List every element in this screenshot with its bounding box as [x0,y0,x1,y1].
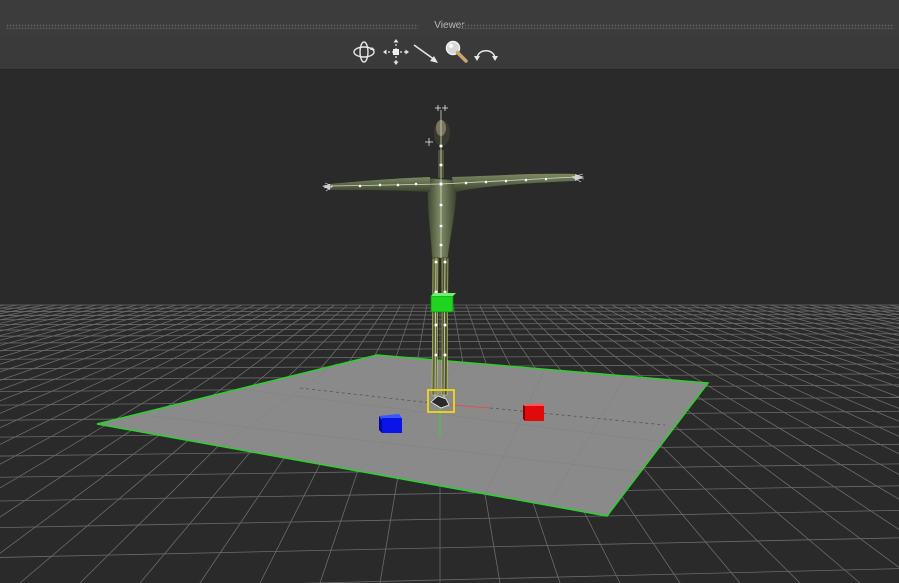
titlebar-grip-right[interactable] [458,24,894,29]
dolly-button[interactable] [412,38,440,66]
blue-marker-cube[interactable] [379,414,402,433]
orbit-button[interactable] [350,38,378,66]
viewer-toolbar [0,36,899,70]
viewer-window: Viewer [0,0,899,583]
scene-canvas[interactable] [0,70,899,583]
pan-button[interactable] [382,38,410,66]
zoom-button[interactable] [442,38,470,66]
pan-arrows-icon [383,39,409,65]
rotate-arc-icon [474,50,498,61]
magnifier-icon [445,40,468,63]
rotate-button[interactable] [472,38,500,66]
viewer-titlebar: Viewer [0,0,899,36]
red-marker-cube[interactable] [523,403,544,421]
orbit-icon [353,41,375,63]
hip-effector-cube[interactable] [430,293,456,313]
3d-viewport[interactable] [0,70,899,583]
dolly-arrow-icon [413,44,438,63]
